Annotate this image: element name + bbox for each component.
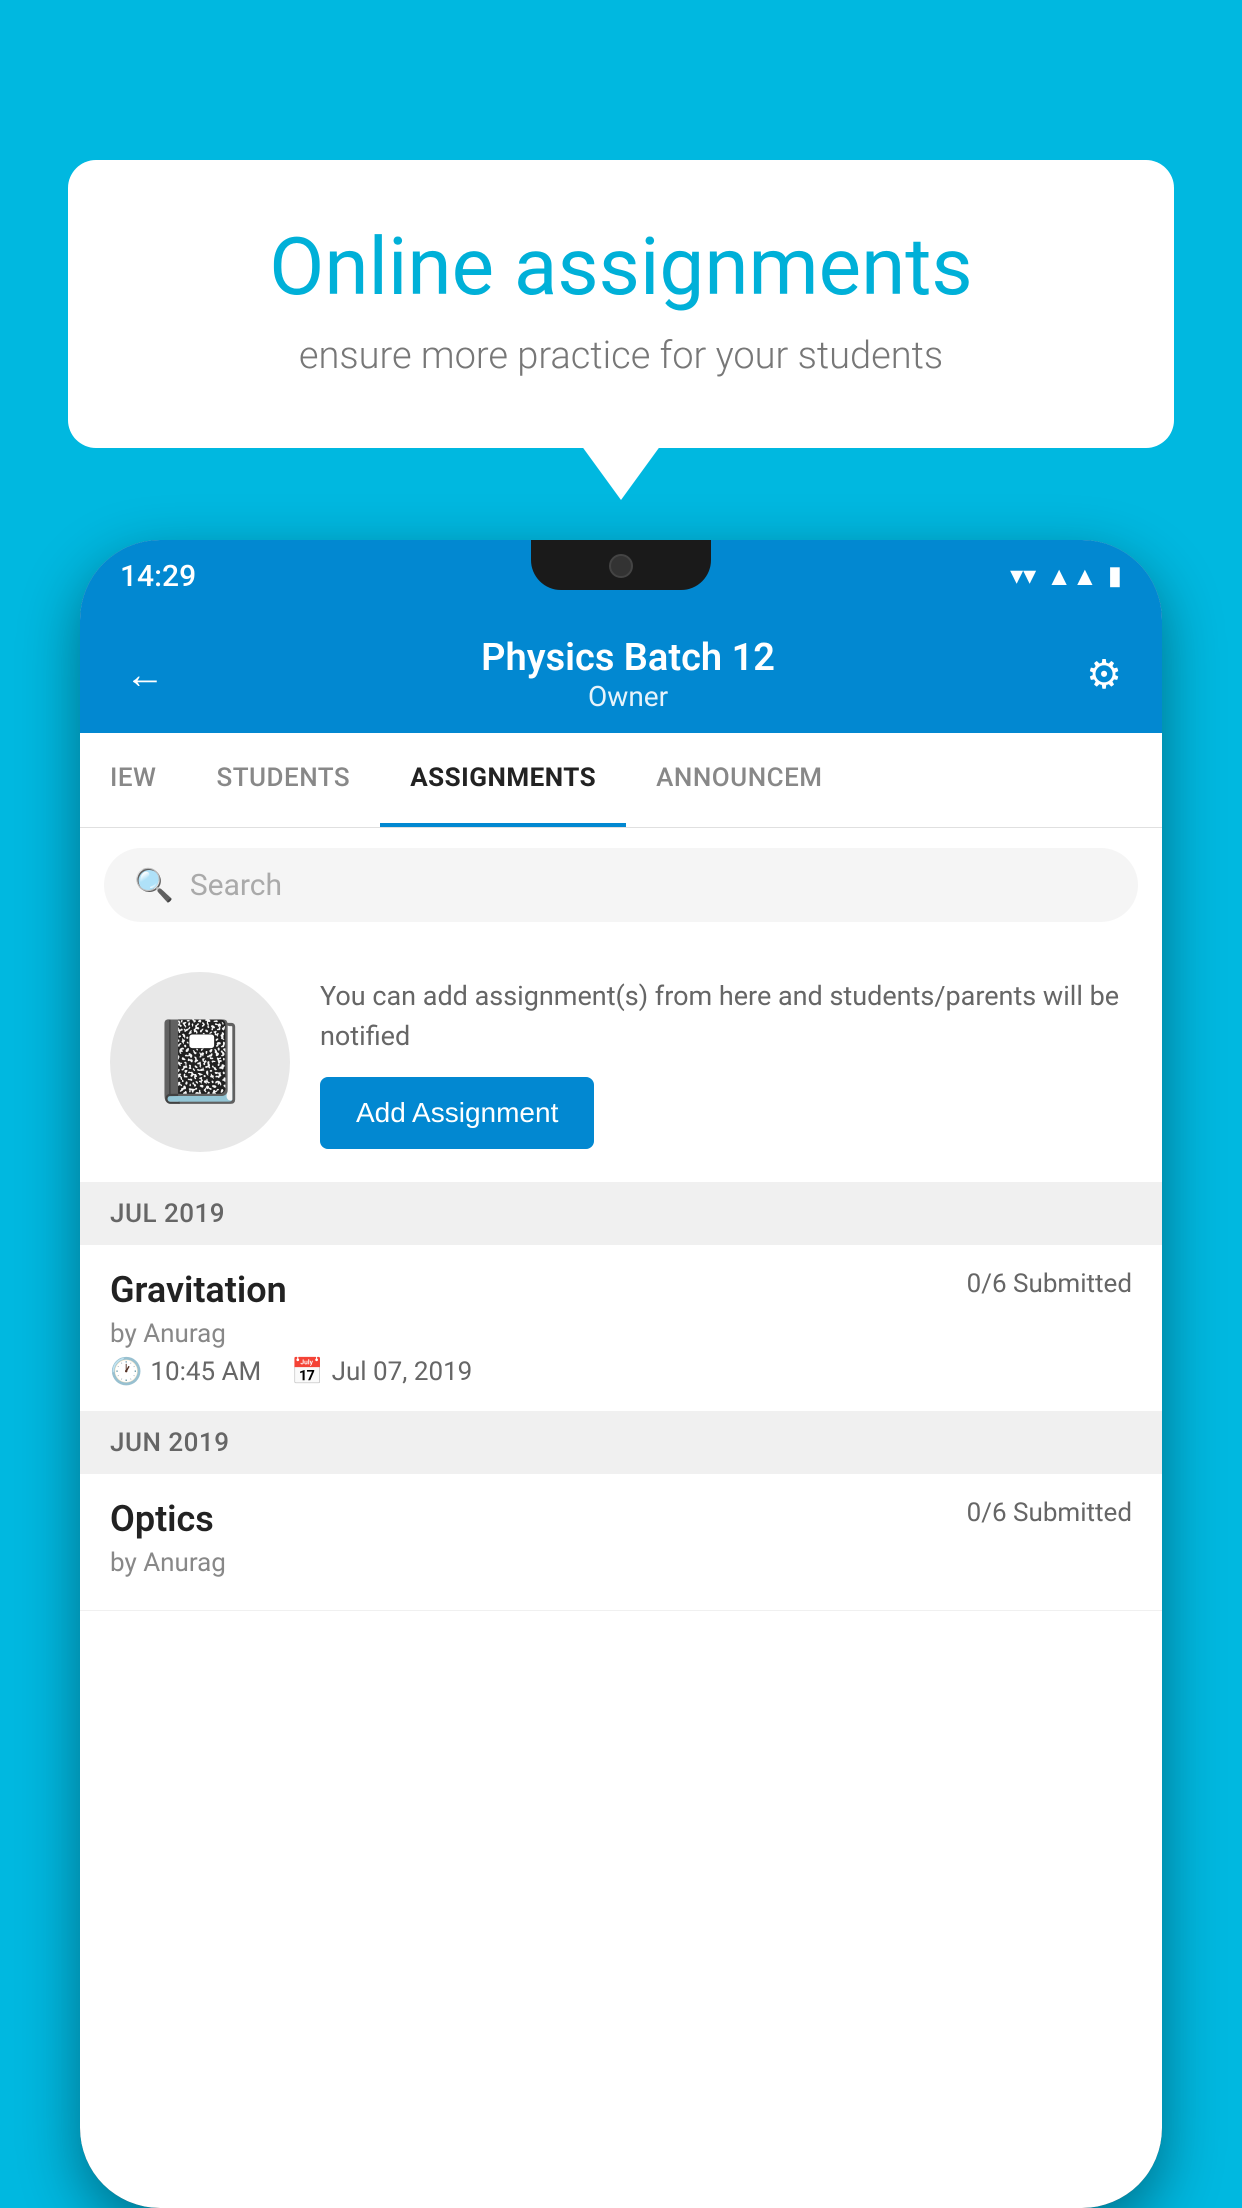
tab-announcements[interactable]: ANNOUNCEM [626, 733, 852, 827]
tab-assignments[interactable]: ASSIGNMENTS [380, 733, 626, 827]
assignment-row-top: Gravitation 0/6 Submitted [110, 1269, 1132, 1311]
settings-icon[interactable]: ⚙ [1086, 651, 1122, 698]
back-button[interactable]: ← [120, 646, 170, 703]
month-header-jul: JUL 2019 [80, 1183, 1162, 1245]
battery-icon: ▮ [1108, 561, 1122, 591]
bubble-title: Online assignments [138, 220, 1104, 314]
tabs-container: IEW STUDENTS ASSIGNMENTS ANNOUNCEM [80, 733, 1162, 828]
date-detail: 📅 Jul 07, 2019 [291, 1357, 472, 1387]
assignment-meta-gravitation: by Anurag [110, 1319, 1132, 1349]
tab-iew[interactable]: IEW [80, 733, 186, 827]
speech-bubble-container: Online assignments ensure more practice … [68, 160, 1174, 448]
month-header-jun: JUN 2019 [80, 1412, 1162, 1474]
header-center: Physics Batch 12 Owner [481, 636, 775, 713]
phone-wrapper: 14:29 ▾▾ ▲▲ ▮ ← Physics Batch 12 Owner ⚙… [80, 540, 1162, 2208]
submitted-count-gravitation: 0/6 Submitted [967, 1269, 1132, 1299]
promo-icon-circle: 📓 [110, 972, 290, 1152]
assignment-date: Jul 07, 2019 [332, 1357, 473, 1387]
notebook-icon: 📓 [150, 1015, 250, 1109]
phone-inner: 14:29 ▾▾ ▲▲ ▮ ← Physics Batch 12 Owner ⚙… [80, 540, 1162, 2208]
assignment-name-gravitation: Gravitation [110, 1269, 287, 1311]
promo-text: You can add assignment(s) from here and … [320, 976, 1132, 1057]
time-detail: 🕐 10:45 AM [110, 1357, 261, 1387]
submitted-count-optics: 0/6 Submitted [967, 1498, 1132, 1528]
tab-students[interactable]: STUDENTS [186, 733, 380, 827]
assignment-meta-optics: by Anurag [110, 1548, 1132, 1578]
header-title: Physics Batch 12 [481, 636, 775, 680]
promo-section: 📓 You can add assignment(s) from here an… [80, 942, 1162, 1183]
search-container: 🔍 Search [80, 828, 1162, 942]
promo-content: You can add assignment(s) from here and … [320, 976, 1132, 1149]
search-bar[interactable]: 🔍 Search [104, 848, 1138, 922]
assignment-item-gravitation[interactable]: Gravitation 0/6 Submitted by Anurag 🕐 10… [80, 1245, 1162, 1412]
month-label-jun: JUN 2019 [110, 1428, 229, 1458]
header-subtitle: Owner [481, 680, 775, 713]
bubble-subtitle: ensure more practice for your students [138, 334, 1104, 378]
status-time: 14:29 [120, 559, 196, 594]
assignment-details-gravitation: 🕐 10:45 AM 📅 Jul 07, 2019 [110, 1357, 1132, 1387]
clock-icon: 🕐 [110, 1357, 142, 1387]
wifi-icon: ▾▾ [1010, 561, 1036, 591]
speech-bubble: Online assignments ensure more practice … [68, 160, 1174, 448]
assignment-row-top-optics: Optics 0/6 Submitted [110, 1498, 1132, 1540]
signal-icon: ▲▲ [1046, 561, 1097, 592]
add-assignment-button[interactable]: Add Assignment [320, 1077, 594, 1149]
status-icons: ▾▾ ▲▲ ▮ [1010, 561, 1122, 592]
phone-device: 14:29 ▾▾ ▲▲ ▮ ← Physics Batch 12 Owner ⚙… [80, 540, 1162, 2208]
phone-camera [609, 554, 633, 578]
calendar-icon: 📅 [291, 1357, 323, 1387]
assignment-item-optics[interactable]: Optics 0/6 Submitted by Anurag [80, 1474, 1162, 1611]
assignment-name-optics: Optics [110, 1498, 214, 1540]
assignment-time: 10:45 AM [150, 1357, 261, 1387]
search-icon: 🔍 [134, 866, 174, 904]
app-header: ← Physics Batch 12 Owner ⚙ [80, 612, 1162, 733]
phone-notch [531, 540, 711, 590]
month-label-jul: JUL 2019 [110, 1199, 225, 1229]
search-placeholder: Search [190, 868, 282, 903]
